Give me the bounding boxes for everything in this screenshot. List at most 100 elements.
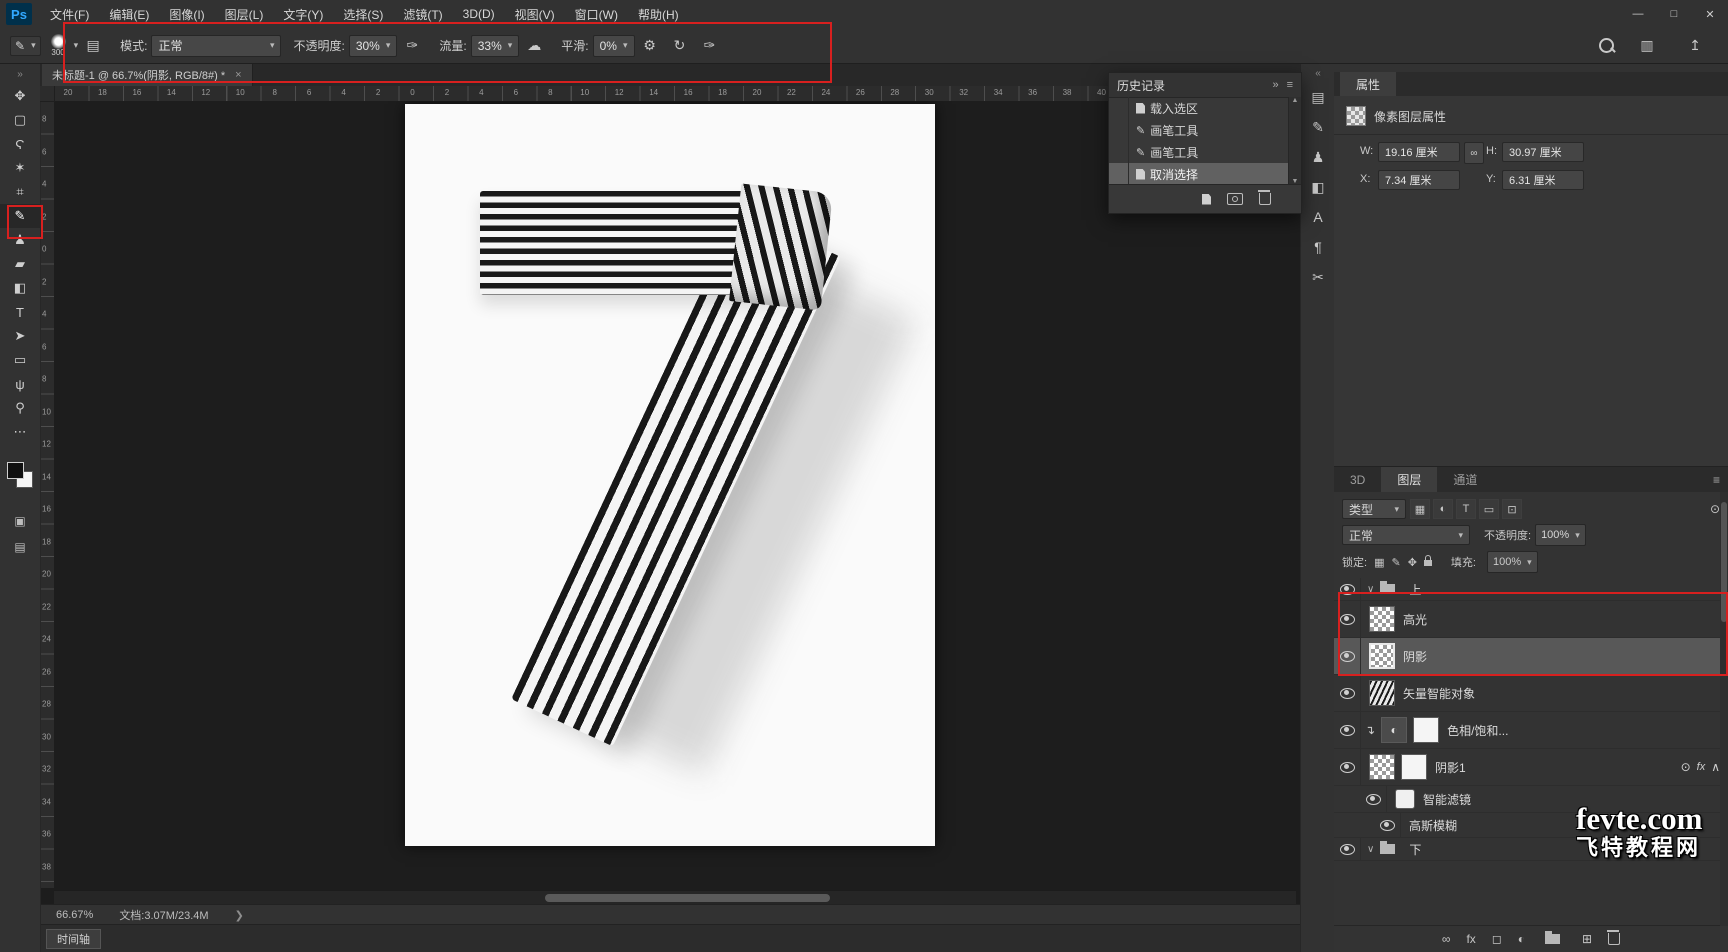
menu-item[interactable]: 文字(Y) xyxy=(273,0,333,28)
paragraph-panel-icon[interactable]: ¶ xyxy=(1301,232,1335,262)
history-source-checkbox[interactable] xyxy=(1109,119,1129,141)
layer-row[interactable]: 阴影 xyxy=(1334,638,1728,675)
panel-menu-icon[interactable]: ≡ xyxy=(1287,79,1293,91)
tool-preset-picker[interactable]: ✎ ▾ xyxy=(10,35,41,56)
toolbar-collapse-icon[interactable]: » xyxy=(0,64,40,84)
hand-tool[interactable]: ψ xyxy=(0,372,40,396)
close-tab-icon[interactable]: × xyxy=(235,69,241,81)
horizontal-scrollbar-thumb[interactable] xyxy=(545,894,830,902)
clone-source-panel-icon[interactable]: ♟ xyxy=(1301,142,1335,172)
lock-transparent-icon[interactable]: ▦ xyxy=(1374,556,1384,569)
height-field[interactable]: 30.97 厘米 xyxy=(1502,142,1584,162)
layers-scrollbar-thumb[interactable] xyxy=(1721,502,1727,622)
filter-shape-layers-icon[interactable]: ▭ xyxy=(1479,499,1499,519)
filter-smart-objects-icon[interactable]: ⊡ xyxy=(1502,499,1522,519)
expand-panels-icon[interactable]: « xyxy=(1301,64,1335,82)
lock-position-icon[interactable]: ✥ xyxy=(1408,556,1417,569)
blend-mode-select[interactable]: 正常 ▾ xyxy=(151,34,282,57)
pressure-opacity-icon[interactable]: ✑ xyxy=(399,34,425,58)
document-tab[interactable]: 未标题-1 @ 66.7%(阴影, RGB/8#) * × xyxy=(42,64,253,86)
character-panel-icon[interactable]: A xyxy=(1301,202,1335,232)
new-document-from-state-icon[interactable] xyxy=(1202,193,1211,205)
y-field[interactable]: 6.31 厘米 xyxy=(1502,170,1584,190)
visibility-toggle[interactable] xyxy=(1334,838,1361,860)
add-mask-icon[interactable]: ◻ xyxy=(1492,932,1502,946)
menu-item[interactable]: 窗口(W) xyxy=(565,0,628,28)
opacity-select[interactable]: 30% ▾ xyxy=(348,34,398,57)
layer-row[interactable]: 矢量智能对象 xyxy=(1334,675,1728,712)
airbrush-icon[interactable]: ☁ xyxy=(521,34,547,58)
menu-item[interactable]: 3D(D) xyxy=(453,0,505,28)
new-snapshot-icon[interactable] xyxy=(1227,193,1243,205)
panel-menu-icon[interactable]: ≡ xyxy=(1713,473,1720,487)
width-field[interactable]: 19.16 厘米 xyxy=(1378,142,1460,162)
visibility-toggle[interactable] xyxy=(1334,712,1361,748)
layer-row[interactable]: 高光 xyxy=(1334,601,1728,638)
quick-selection-tool[interactable]: ✶ xyxy=(0,156,40,180)
filter-adjustment-layers-icon[interactable]: ◐ xyxy=(1433,499,1453,519)
color-panel-icon[interactable]: ◧ xyxy=(1301,172,1335,202)
filter-toggle-icon[interactable]: ⊙ xyxy=(1710,502,1720,516)
history-source-checkbox[interactable] xyxy=(1109,163,1129,185)
menu-item[interactable]: 图层(L) xyxy=(215,0,274,28)
link-layers-icon[interactable]: ∞ xyxy=(1442,932,1451,946)
menu-item[interactable]: 帮助(H) xyxy=(628,0,689,28)
menu-item[interactable]: 文件(F) xyxy=(40,0,99,28)
filter-pixel-layers-icon[interactable]: ▦ xyxy=(1410,499,1430,519)
new-adjustment-icon[interactable]: ◐ xyxy=(1518,932,1525,946)
gear-icon[interactable]: ⚙ xyxy=(637,34,663,58)
notes-panel-icon[interactable]: ✂ xyxy=(1301,262,1335,292)
collapse-panel-icon[interactable]: » xyxy=(1272,79,1278,91)
layer-fill-select[interactable]: 100% ▾ xyxy=(1486,551,1538,573)
history-source-checkbox[interactable] xyxy=(1109,97,1129,119)
link-dimensions-icon[interactable]: ∞ xyxy=(1464,142,1484,164)
foreground-color-swatch[interactable] xyxy=(7,462,24,479)
workspace-switcher-icon[interactable]: ▥ xyxy=(1634,34,1660,58)
quick-mask-button[interactable]: ▣ xyxy=(0,510,40,532)
layer-style-icon[interactable]: fx xyxy=(1466,932,1475,946)
menu-item[interactable]: 滤镜(T) xyxy=(393,0,452,28)
visibility-toggle[interactable] xyxy=(1334,578,1361,600)
x-field[interactable]: 7.34 厘米 xyxy=(1378,170,1460,190)
history-scrollbar[interactable]: ▲ ▼ xyxy=(1288,97,1301,185)
layer-row[interactable]: 阴影1 ⊙ fx ∧ xyxy=(1334,749,1728,786)
layer-filter-select[interactable]: 类型 ▾ xyxy=(1342,499,1406,519)
rectangle-tool[interactable]: ▭ xyxy=(0,348,40,372)
eraser-tool[interactable]: ▰ xyxy=(0,252,40,276)
visibility-toggle[interactable] xyxy=(1334,749,1361,785)
collapse-fx-icon[interactable]: ∧ xyxy=(1711,760,1720,774)
layer-row[interactable]: ↴ ◐ 色相/饱和... xyxy=(1334,712,1728,749)
minimize-button[interactable]: — xyxy=(1620,0,1656,28)
timeline-button[interactable]: 时间轴 xyxy=(46,929,101,949)
ruler-origin-corner[interactable] xyxy=(40,86,55,102)
flow-select[interactable]: 33% ▾ xyxy=(470,34,520,57)
history-item[interactable]: 载入选区 xyxy=(1109,97,1289,119)
clone-stamp-tool[interactable]: ♟ xyxy=(0,228,40,252)
history-item[interactable]: 取消选择 xyxy=(1109,163,1289,185)
pasteboard[interactable] xyxy=(54,101,1300,888)
visibility-toggle[interactable] xyxy=(1360,786,1387,812)
layer-blend-mode-select[interactable]: 正常 ▾ xyxy=(1342,525,1470,545)
delete-state-icon[interactable] xyxy=(1258,190,1271,205)
tab-3D[interactable]: 3D xyxy=(1334,467,1381,492)
tab-properties[interactable]: 属性 xyxy=(1340,72,1397,96)
tab-图层[interactable]: 图层 xyxy=(1381,467,1438,492)
horizontal-scrollbar[interactable] xyxy=(54,890,1296,905)
color-swatches[interactable] xyxy=(7,462,33,488)
menu-item[interactable]: 编辑(E) xyxy=(99,0,159,28)
layers-scrollbar[interactable] xyxy=(1720,492,1728,926)
crop-tool[interactable]: ⌗ xyxy=(0,180,40,204)
lasso-tool[interactable]: Ϛ xyxy=(0,132,40,156)
screen-mode-button[interactable]: ▤ xyxy=(0,536,40,558)
filter-type-layers-icon[interactable]: T xyxy=(1456,499,1476,519)
new-group-icon[interactable] xyxy=(1541,931,1566,944)
visibility-toggle[interactable] xyxy=(1334,675,1361,711)
menu-item[interactable]: 选择(S) xyxy=(333,0,393,28)
history-item[interactable]: ✎ 画笔工具 xyxy=(1109,119,1289,141)
menu-item[interactable]: 视图(V) xyxy=(505,0,565,28)
expand-caret-icon[interactable]: ∨ xyxy=(1367,844,1374,855)
layer-row[interactable]: 智能滤镜 xyxy=(1334,786,1728,813)
tab-通道[interactable]: 通道 xyxy=(1437,467,1493,492)
document-canvas[interactable] xyxy=(405,104,935,846)
close-button[interactable]: ✕ xyxy=(1692,0,1728,28)
